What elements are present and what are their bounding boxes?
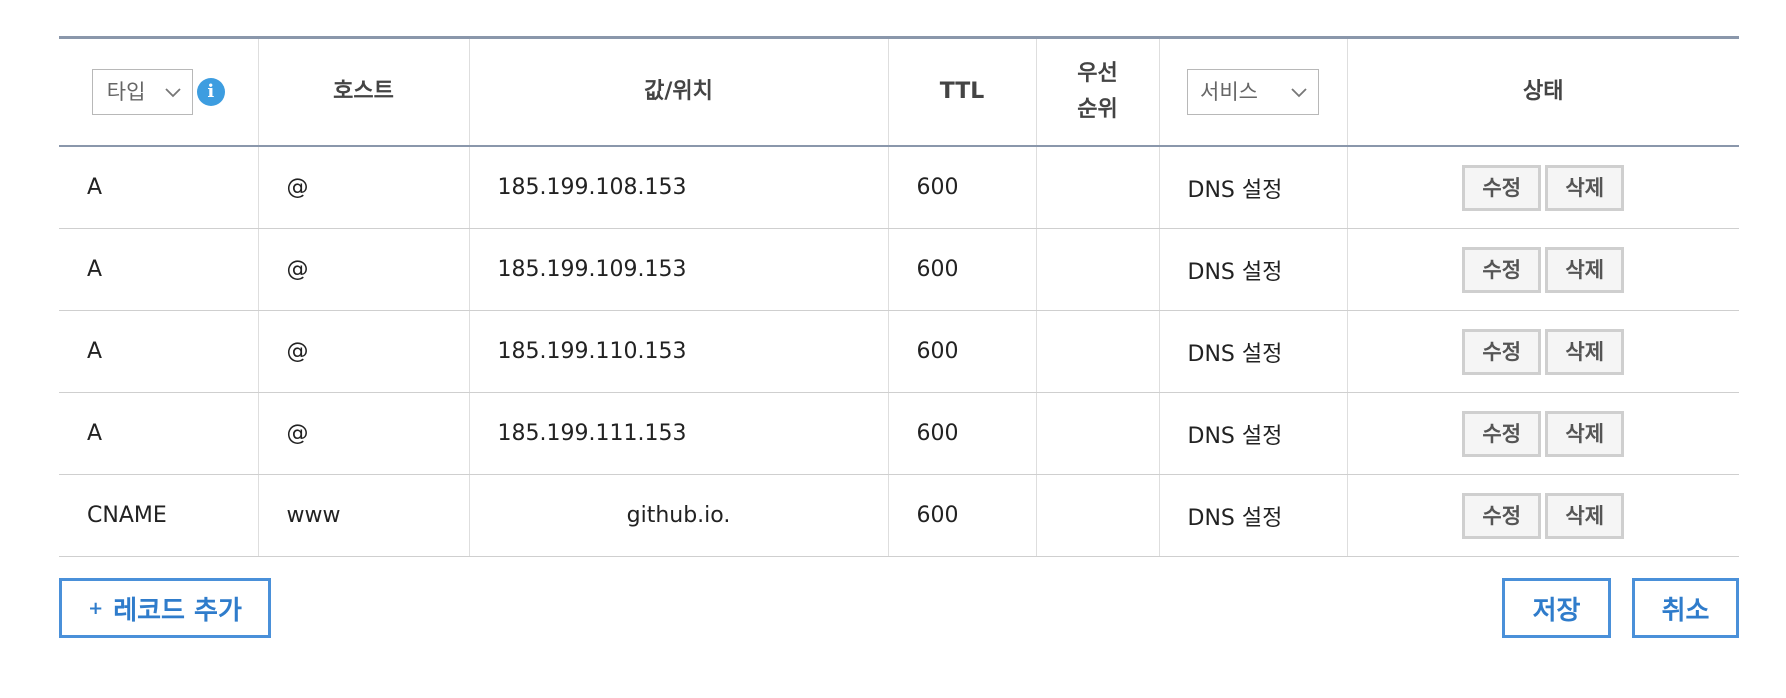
record-host: @ (258, 228, 470, 311)
cancel-button[interactable]: 취소 (1632, 578, 1739, 638)
col-ttl-header: TTL (888, 37, 1037, 147)
record-host: @ (258, 310, 470, 393)
edit-button[interactable]: 수정 (1462, 492, 1542, 539)
record-service: DNS 설정 (1159, 228, 1348, 311)
delete-button[interactable]: 삭제 (1545, 492, 1625, 539)
record-value: 185.199.109.153 (469, 228, 889, 311)
delete-button[interactable]: 삭제 (1545, 246, 1625, 293)
delete-button[interactable]: 삭제 (1545, 164, 1625, 211)
col-status-header: 상태 (1347, 37, 1739, 147)
table-row: A @ 185.199.111.153 600 DNS 설정 수정 삭제 (59, 392, 1739, 475)
service-filter-label: 서비스 (1200, 80, 1258, 104)
col-priority-header: 우선 순위 (1036, 37, 1160, 147)
table-row: A @ 185.199.110.153 600 DNS 설정 수정 삭제 (59, 310, 1739, 393)
record-ttl: 600 (888, 310, 1037, 393)
record-ttl: 600 (888, 146, 1037, 229)
dns-records-panel: 타입 i 호스트 값/위치 TTL 우선 순위 서비스 상태 A @ 185.1… (59, 36, 1739, 557)
record-type: A (59, 392, 259, 475)
footer-actions: + 레코드 추가 저장 취소 (59, 578, 1739, 638)
record-priority (1036, 146, 1160, 229)
info-icon[interactable]: i (196, 78, 225, 106)
record-ttl: 600 (888, 474, 1037, 557)
delete-button[interactable]: 삭제 (1545, 328, 1625, 375)
record-actions: 수정 삭제 (1347, 310, 1739, 393)
record-value: 185.199.110.153 (469, 310, 889, 393)
record-host: @ (258, 146, 470, 229)
col-host-header: 호스트 (258, 37, 470, 147)
priority-label-line1: 우선 (1077, 61, 1118, 86)
record-priority (1036, 310, 1160, 393)
chevron-down-icon (165, 88, 181, 98)
record-ttl: 600 (888, 228, 1037, 311)
add-record-label: 레코드 추가 (113, 595, 242, 626)
record-value: 185.199.111.153 (469, 392, 889, 475)
type-filter-select[interactable]: 타입 (91, 69, 193, 115)
col-type-header: 타입 i (59, 37, 259, 147)
record-priority (1036, 474, 1160, 557)
record-type: CNAME (59, 474, 259, 557)
record-type: A (59, 228, 259, 311)
add-record-button[interactable]: + 레코드 추가 (59, 578, 271, 638)
priority-label-line2: 순위 (1077, 97, 1118, 122)
record-type: A (59, 310, 259, 393)
col-value-header: 값/위치 (469, 37, 889, 147)
edit-button[interactable]: 수정 (1462, 164, 1542, 211)
record-actions: 수정 삭제 (1347, 474, 1739, 557)
col-service-header: 서비스 (1159, 37, 1348, 147)
record-actions: 수정 삭제 (1347, 392, 1739, 475)
table-row: A @ 185.199.108.153 600 DNS 설정 수정 삭제 (59, 146, 1739, 229)
record-value: 185.199.108.153 (469, 146, 889, 229)
record-service: DNS 설정 (1159, 146, 1348, 229)
type-filter-label: 타입 (106, 80, 146, 104)
record-service: DNS 설정 (1159, 474, 1348, 557)
table-header-row: 타입 i 호스트 값/위치 TTL 우선 순위 서비스 상태 (59, 37, 1739, 147)
table-row: CNAME www github.io. 600 DNS 설정 수정 삭제 (59, 474, 1739, 557)
record-service: DNS 설정 (1159, 310, 1348, 393)
plus-icon: + (88, 597, 104, 619)
record-host: www (258, 474, 470, 557)
dns-records-table: 타입 i 호스트 값/위치 TTL 우선 순위 서비스 상태 A @ 185.1… (59, 36, 1739, 557)
record-priority (1036, 228, 1160, 311)
service-filter-select[interactable]: 서비스 (1187, 69, 1319, 115)
save-button[interactable]: 저장 (1502, 578, 1611, 638)
record-service: DNS 설정 (1159, 392, 1348, 475)
table-row: A @ 185.199.109.153 600 DNS 설정 수정 삭제 (59, 228, 1739, 311)
edit-button[interactable]: 수정 (1462, 328, 1542, 375)
record-priority (1036, 392, 1160, 475)
record-value: github.io. (469, 474, 889, 557)
record-type: A (59, 146, 259, 229)
record-actions: 수정 삭제 (1347, 146, 1739, 229)
record-actions: 수정 삭제 (1347, 228, 1739, 311)
record-ttl: 600 (888, 392, 1037, 475)
edit-button[interactable]: 수정 (1462, 246, 1542, 293)
edit-button[interactable]: 수정 (1462, 410, 1542, 457)
delete-button[interactable]: 삭제 (1545, 410, 1625, 457)
chevron-down-icon (1291, 88, 1307, 98)
record-host: @ (258, 392, 470, 475)
